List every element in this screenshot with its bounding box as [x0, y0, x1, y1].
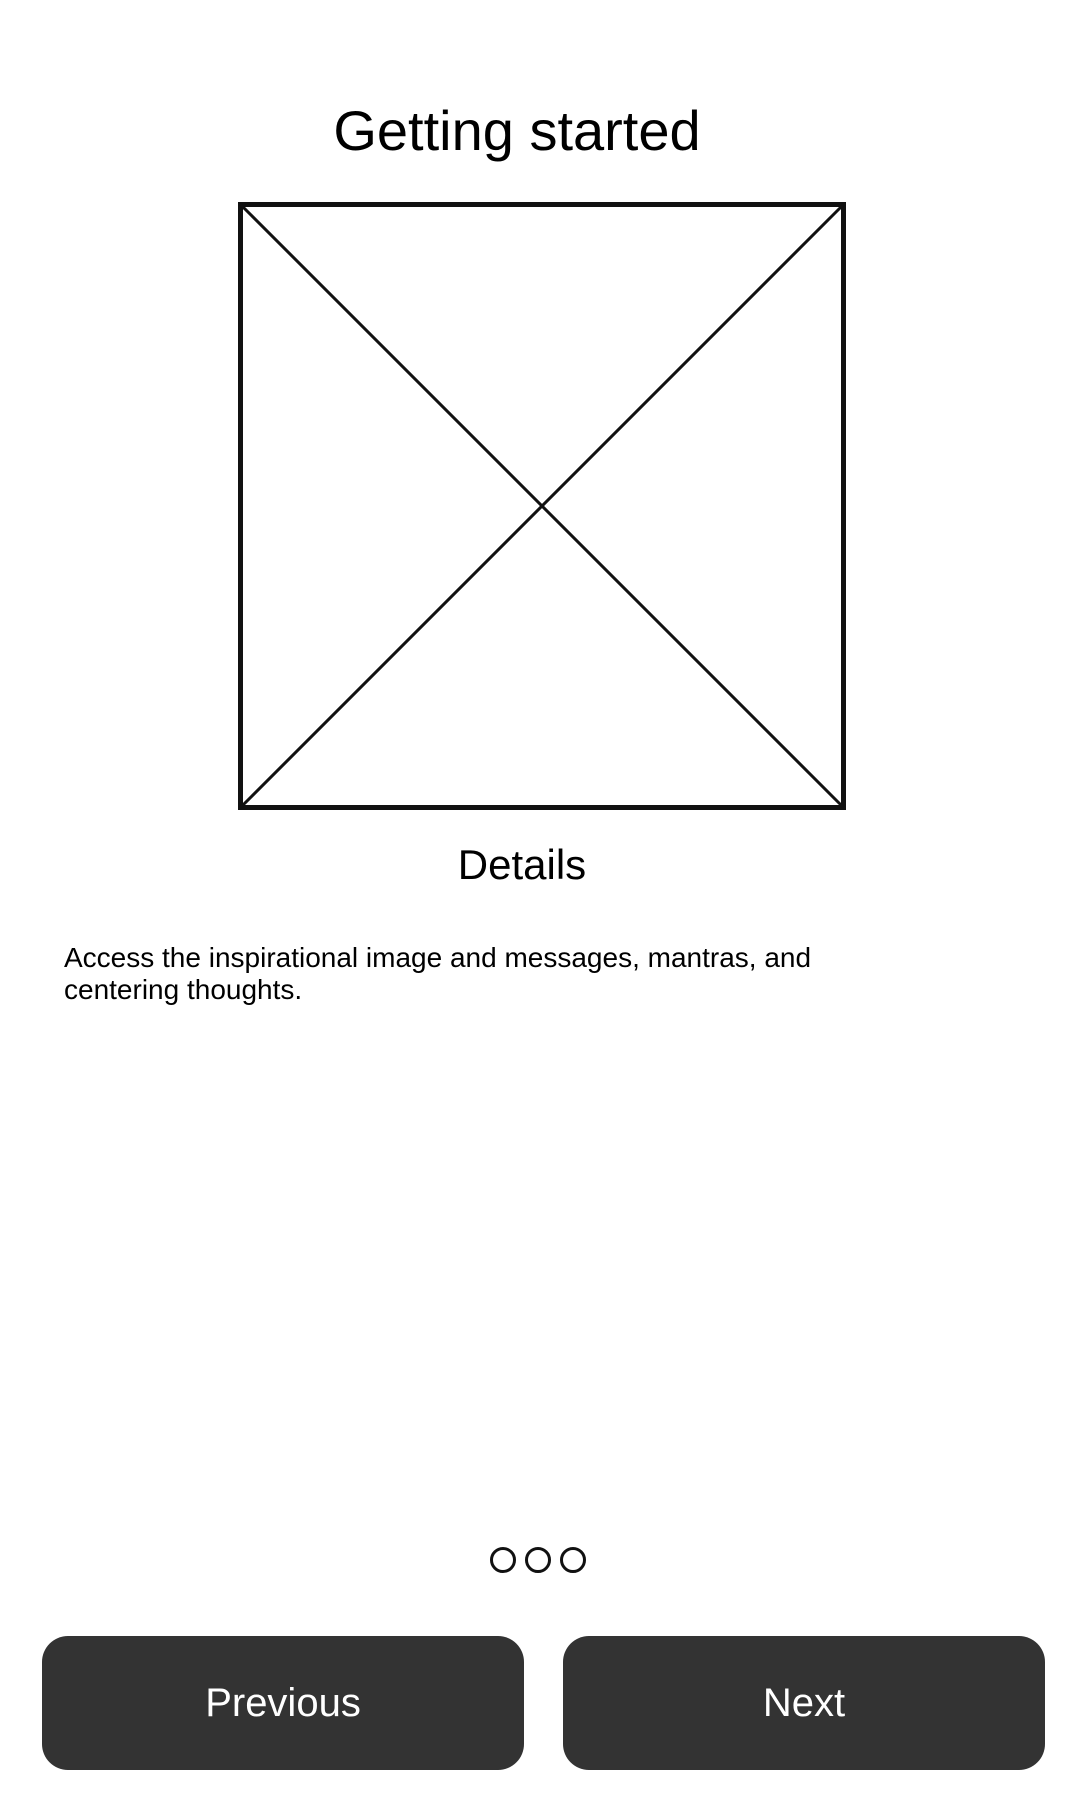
next-button[interactable]: Next: [563, 1636, 1045, 1770]
description-text: Access the inspirational image and messa…: [64, 942, 812, 1005]
page-dot-3-icon[interactable]: [560, 1547, 586, 1573]
next-button-label: Next: [762, 1680, 846, 1725]
details-heading: Details: [457, 841, 587, 888]
onboarding-screen: Getting started Details Access the inspi…: [0, 0, 1080, 1800]
page-dot-1-icon[interactable]: [490, 1547, 516, 1573]
page-indicator: [490, 1547, 586, 1573]
previous-button[interactable]: Previous: [42, 1636, 524, 1770]
page-dot-2-icon[interactable]: [525, 1547, 551, 1573]
image-placeholder-icon: [238, 202, 846, 810]
previous-button-label: Previous: [205, 1680, 361, 1725]
page-title: Getting started: [333, 99, 701, 162]
